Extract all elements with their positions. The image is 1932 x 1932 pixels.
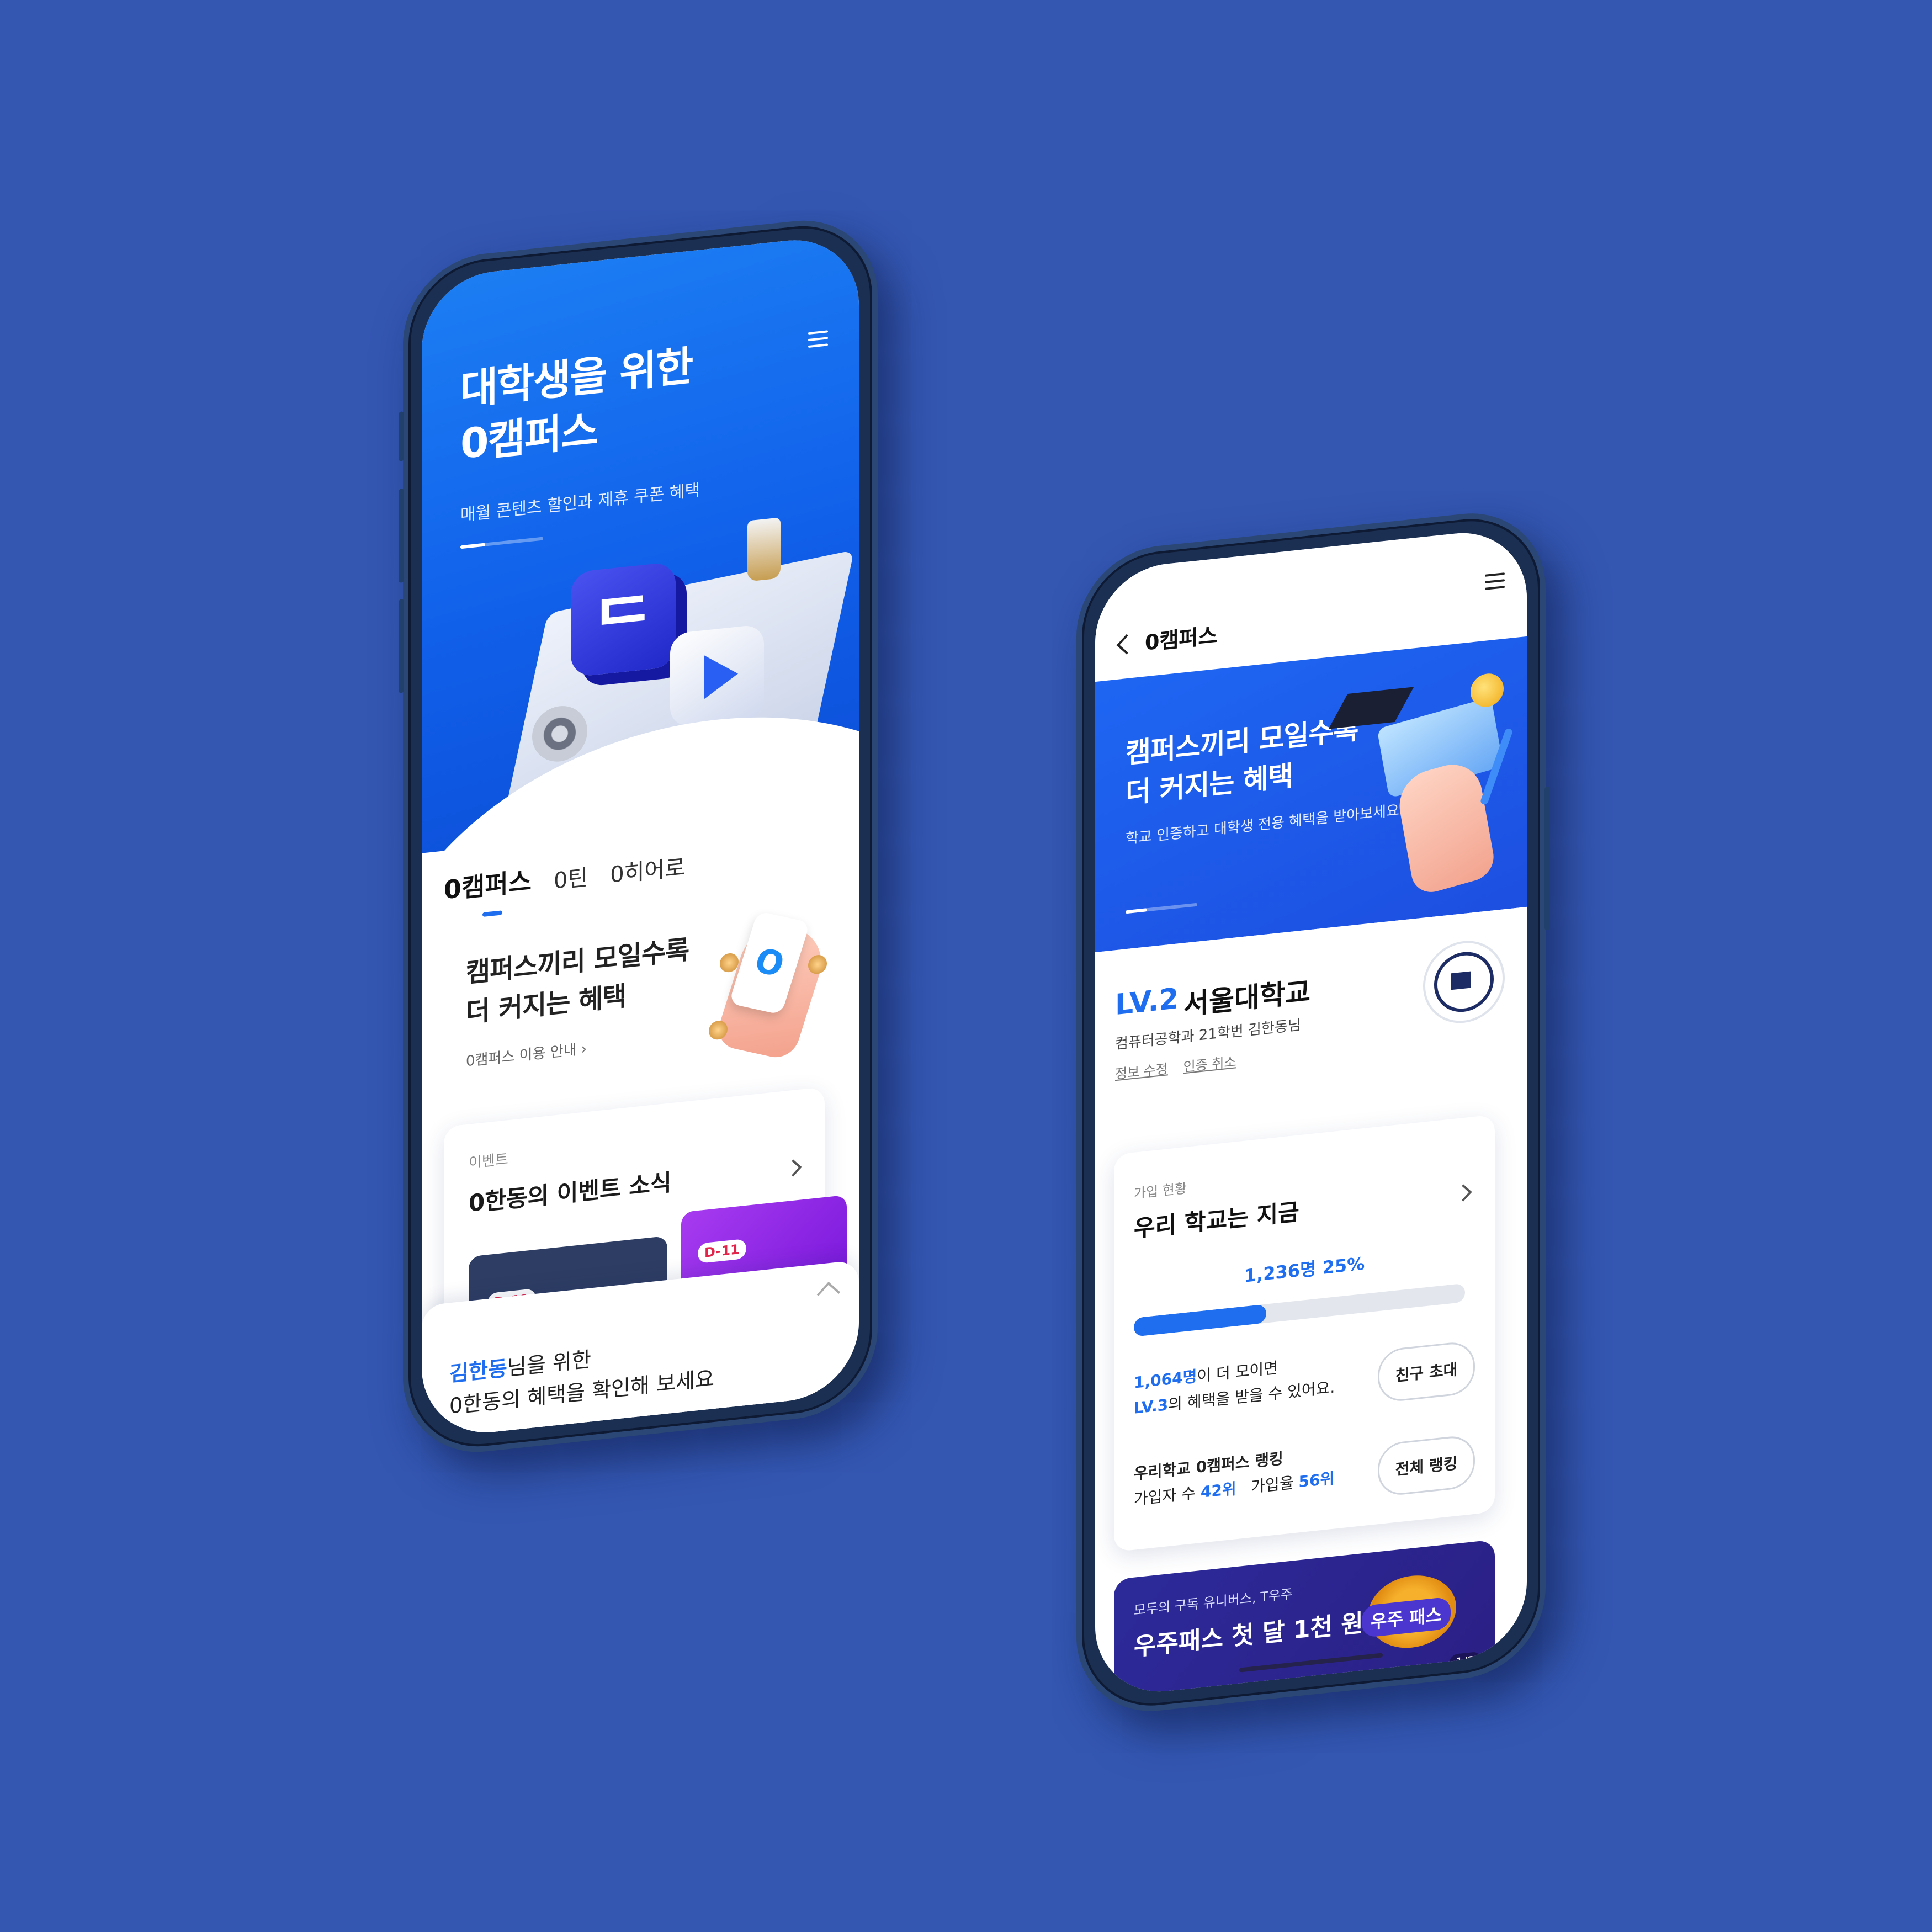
hero-slide-indicator-fill xyxy=(460,543,485,549)
status-title: 우리 학교는 지금 xyxy=(1134,1198,1299,1243)
menu-icon[interactable] xyxy=(808,330,828,348)
bottom-sheet-text: 김한동님을 위한 0한동의 혜택을 확인해 보세요 xyxy=(449,1330,714,1422)
ranking-rate-value: 56위 xyxy=(1298,1469,1335,1492)
hero-title: 캠퍼스끼리 모일수록 더 커지는 혜택 xyxy=(1126,713,1358,810)
member-percent: 25% xyxy=(1322,1252,1365,1278)
hero-banner[interactable]: 캠퍼스끼리 모일수록 더 커지는 혜택 학교 인증하고 대학생 전용 혜택을 받… xyxy=(1095,636,1527,953)
volume-down-button xyxy=(399,598,404,694)
guide-link[interactable]: 0캠퍼스 이용 안내 › xyxy=(466,1037,587,1070)
hero-slide-indicator xyxy=(460,537,543,549)
phone-right: 0캠퍼스 캠퍼스끼리 모일수록 더 커지는 혜택 학교 인증하고 대학생 전용 … xyxy=(1076,505,1550,1719)
hero-subtitle: 매월 콘텐츠 할인과 제휴 쿠폰 혜택 xyxy=(460,480,700,526)
nav-title: 0캠퍼스 xyxy=(1145,623,1218,655)
hero-title: 대학생을 위한 0캠퍼스 xyxy=(460,342,693,469)
guide-link-label: 0캠퍼스 이용 안내 xyxy=(466,1042,577,1070)
user-name: 김한동 xyxy=(449,1356,507,1387)
membership-progress-fill xyxy=(1134,1304,1266,1337)
member-count: 1,236명 xyxy=(1244,1258,1317,1287)
membership-status-card[interactable]: 가입 현황 우리 학교는 지금 1,236명 25% 1,064명이 더 모이면… xyxy=(1114,1114,1495,1552)
screen-left: 대학생을 위한 0캠퍼스 매월 콘텐츠 할인과 제휴 쿠폰 혜택 ᄃ 0캠퍼스 … xyxy=(422,233,859,1440)
coin-icon xyxy=(720,952,739,973)
chevron-right-icon[interactable] xyxy=(1455,1184,1472,1202)
banner-page-indicator: 1/3 xyxy=(1448,1651,1482,1673)
invite-friend-button[interactable]: 친구 초대 xyxy=(1378,1340,1475,1404)
next-level: LV.3 xyxy=(1134,1395,1169,1418)
level-up-text: 1,064명이 더 모이면 LV.3의 혜택을 받을 수 있어요. xyxy=(1134,1349,1335,1421)
event-label: 이벤트 xyxy=(469,1151,508,1172)
play-app-icon xyxy=(670,624,764,728)
ranking-text: 우리학교 0캠퍼스 랭킹 가입자 수 42위 가입율 56위 xyxy=(1134,1441,1334,1512)
ranking-members-value: 42위 xyxy=(1200,1479,1236,1502)
edit-info-link[interactable]: 정보 수정 xyxy=(1115,1061,1168,1082)
ranking-members-label: 가입자 수 xyxy=(1134,1483,1196,1509)
dday-badge: D-11 xyxy=(698,1238,746,1264)
flo-app-icon: ᄃ xyxy=(571,561,676,678)
remaining-text-1: 이 더 모이면 xyxy=(1197,1358,1278,1386)
status-label: 가입 현황 xyxy=(1134,1180,1187,1202)
smile-emoji-icon xyxy=(1471,672,1504,709)
hero-slide-indicator-fill xyxy=(1126,908,1147,914)
promo-banner[interactable]: 모두의 구독 유니버스, T우주 우주패스 첫 달 1천 원 우주 패스 1/3 xyxy=(1114,1540,1495,1699)
menu-icon[interactable] xyxy=(1485,572,1505,590)
remaining-count: 1,064명 xyxy=(1134,1367,1197,1392)
mute-switch xyxy=(399,411,404,462)
screen-right: 0캠퍼스 캠퍼스끼리 모일수록 더 커지는 혜택 학교 인증하고 대학생 전용 … xyxy=(1095,526,1527,1699)
event-title: 0한동의 이벤트 소식 xyxy=(469,1169,672,1217)
profile-links: 정보 수정 인증 취소 xyxy=(1115,1049,1248,1082)
chevron-right-icon[interactable] xyxy=(784,1159,802,1177)
hero-banner[interactable]: 대학생을 위한 0캠퍼스 매월 콘텐츠 할인과 제휴 쿠폰 혜택 ᄃ xyxy=(422,233,859,1034)
hero-slide-indicator xyxy=(1126,903,1197,914)
bottom-sheet-line1: 님을 위한 xyxy=(507,1347,591,1381)
ranking-rate-label: 가입율 xyxy=(1251,1473,1294,1496)
cancel-verification-link[interactable]: 인증 취소 xyxy=(1183,1054,1236,1075)
back-arrow-icon[interactable] xyxy=(1116,634,1137,655)
phone-left: 대학생을 위한 0캠퍼스 매월 콘텐츠 할인과 제휴 쿠폰 혜택 ᄃ 0캠퍼스 … xyxy=(399,212,878,1461)
school-emblem-icon xyxy=(1423,937,1505,1027)
chevron-up-icon[interactable] xyxy=(816,1281,841,1305)
power-button xyxy=(1544,786,1550,931)
tab-0teen[interactable]: 0틴 xyxy=(554,859,588,895)
chevron-right-icon: › xyxy=(581,1041,587,1058)
coffee-cup-icon xyxy=(747,517,781,582)
volume-up-button xyxy=(399,488,404,583)
full-ranking-button[interactable]: 전체 랭킹 xyxy=(1378,1434,1475,1498)
level-badge: LV.2 xyxy=(1115,982,1179,1022)
